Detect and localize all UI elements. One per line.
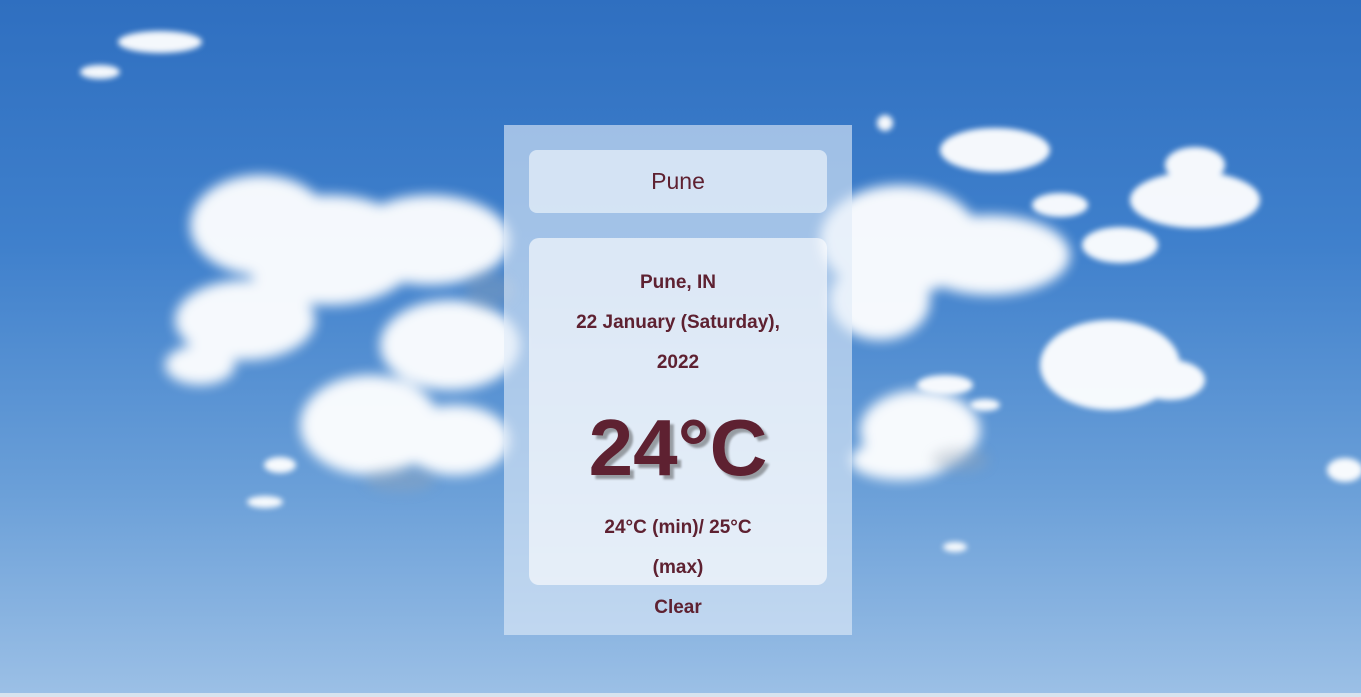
temperature-display: 24°C	[588, 403, 768, 492]
weather-condition: Clear	[654, 597, 702, 618]
date-line-2: 2022	[656, 352, 700, 373]
location-label: Pune, IN	[639, 272, 716, 293]
weather-info-text: Pune, IN 22 January (Saturday), 2022 24°…	[529, 263, 827, 628]
min-max-line-1: 24°C (min)/ 25°C	[604, 517, 752, 538]
bottom-strip	[0, 693, 1361, 697]
search-input[interactable]	[529, 150, 827, 213]
date-line-1: 22 January (Saturday),	[576, 312, 780, 333]
min-max-line-2: (max)	[652, 557, 704, 578]
